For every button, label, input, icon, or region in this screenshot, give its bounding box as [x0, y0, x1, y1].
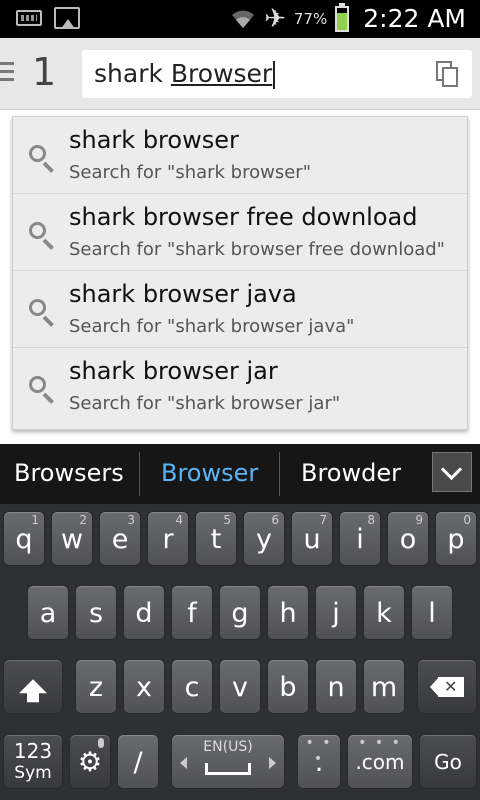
browser-toolbar: 1 shark Browser	[0, 38, 480, 110]
key-l[interactable]: l	[411, 585, 453, 640]
key-h[interactable]: h	[267, 585, 309, 640]
image-icon	[54, 7, 80, 29]
key-e[interactable]: 3e	[99, 511, 141, 566]
suggestion-subtitle: Search for "shark browser java"	[69, 316, 355, 337]
wifi-icon	[232, 10, 255, 28]
suggestion-title: shark browser java	[69, 280, 297, 308]
search-icon	[27, 297, 57, 327]
suggestion-title: shark browser jar	[69, 357, 278, 385]
key-n[interactable]: n	[315, 659, 357, 714]
battery-icon	[335, 2, 350, 32]
space-icon	[205, 763, 251, 775]
suggestion-item[interactable]: shark browser java Search for "shark bro…	[13, 271, 467, 348]
shift-icon	[19, 678, 47, 702]
key-u[interactable]: 7u	[291, 511, 333, 566]
url-text-plain: shark	[94, 59, 171, 88]
key-q[interactable]: 1q	[3, 511, 45, 566]
microphone-icon	[98, 738, 104, 748]
suggestion-item[interactable]: shark browser free download Search for "…	[13, 194, 467, 271]
key-i[interactable]: 8i	[339, 511, 381, 566]
key-o[interactable]: 9o	[387, 511, 429, 566]
word-candidates-bar: Browsers Browser Browder	[0, 444, 480, 504]
candidate-word[interactable]: Browder	[301, 459, 401, 487]
candidate-word[interactable]: Browsers	[14, 459, 124, 487]
key-b[interactable]: b	[267, 659, 309, 714]
key-a[interactable]: a	[27, 585, 69, 640]
battery-percent: 77%	[293, 9, 328, 28]
backspace-icon: ✕	[430, 676, 464, 697]
candidate-word-selected[interactable]: Browser	[161, 459, 258, 487]
language-label: EN(US)	[203, 739, 253, 755]
url-input[interactable]: shark Browser	[82, 50, 472, 98]
key-k[interactable]: k	[363, 585, 405, 640]
copy-icon[interactable]	[436, 61, 458, 87]
key-g[interactable]: g	[219, 585, 261, 640]
keyboard-icon	[16, 10, 42, 26]
airplane-icon: ✈	[264, 3, 286, 34]
arrow-right-icon	[269, 757, 276, 769]
search-suggestions: shark browser Search for "shark browser"…	[12, 116, 468, 430]
suggestion-item[interactable]: shark browser jar Search for "shark brow…	[13, 348, 467, 425]
search-icon	[27, 374, 57, 404]
backspace-key[interactable]: ✕	[417, 659, 477, 714]
text-caret	[273, 61, 276, 89]
key-j[interactable]: j	[315, 585, 357, 640]
gear-icon: ⚙	[77, 747, 103, 778]
key-w[interactable]: 2w	[51, 511, 93, 566]
arrow-left-icon	[180, 757, 187, 769]
settings-key[interactable]: ⚙	[69, 734, 111, 789]
key-f[interactable]: f	[171, 585, 213, 640]
key-s[interactable]: s	[75, 585, 117, 640]
status-bar: ✈ 77% 2:22 AM	[0, 0, 480, 38]
soft-keyboard: Browsers Browser Browder 1q 2w 3e 4r 5t …	[0, 444, 480, 800]
key-x[interactable]: x	[123, 659, 165, 714]
key-period[interactable]: • • • .	[297, 734, 341, 789]
symbols-key[interactable]: 123 Sym	[3, 734, 63, 789]
more-dots-icon: • • •	[305, 735, 333, 767]
suggestion-subtitle: Search for "shark browser"	[69, 162, 311, 183]
key-y[interactable]: 6y	[243, 511, 285, 566]
key-slash[interactable]: /	[117, 734, 159, 789]
key-c[interactable]: c	[171, 659, 213, 714]
space-key[interactable]: EN(US)	[171, 734, 285, 789]
key-d[interactable]: d	[123, 585, 165, 640]
suggestion-title: shark browser free download	[69, 203, 418, 231]
suggestion-title: shark browser	[69, 126, 239, 154]
key-m[interactable]: m	[363, 659, 405, 714]
suggestion-subtitle: Search for "shark browser free download"	[69, 239, 445, 260]
clock: 2:22 AM	[363, 4, 466, 33]
search-icon	[27, 143, 57, 173]
dotcom-key[interactable]: • • • .com	[347, 734, 413, 789]
more-dots-icon: • • •	[358, 735, 402, 751]
collapse-candidates-button[interactable]	[432, 452, 472, 492]
suggestion-subtitle: Search for "shark browser jar"	[69, 393, 341, 414]
key-r[interactable]: 4r	[147, 511, 189, 566]
key-t[interactable]: 5t	[195, 511, 237, 566]
suggestion-item[interactable]: shark browser Search for "shark browser"	[13, 117, 467, 194]
url-text-composing: Browser	[170, 59, 273, 88]
go-key[interactable]: Go	[419, 734, 477, 789]
search-icon	[27, 220, 57, 250]
key-p[interactable]: 0p	[435, 511, 477, 566]
key-z[interactable]: z	[75, 659, 117, 714]
menu-icon[interactable]	[0, 62, 14, 86]
shift-key[interactable]	[3, 659, 63, 714]
key-v[interactable]: v	[219, 659, 261, 714]
tab-count-button[interactable]: 1	[32, 50, 56, 94]
